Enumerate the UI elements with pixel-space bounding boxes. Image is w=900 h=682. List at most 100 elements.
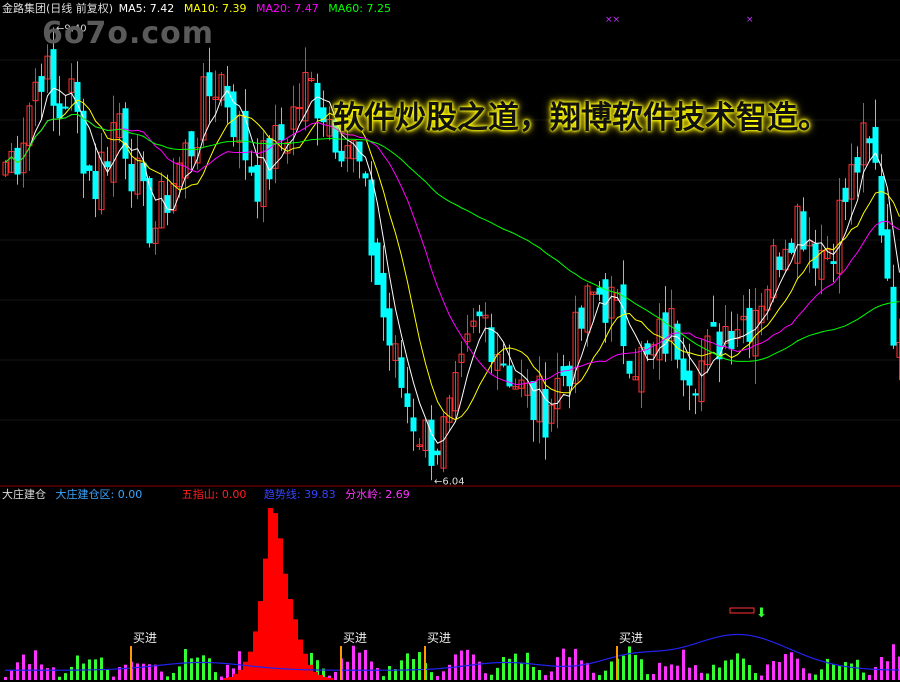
candle-down bbox=[596, 287, 603, 295]
candle-down bbox=[788, 242, 795, 253]
indicator-bar bbox=[856, 659, 859, 680]
candle-down bbox=[854, 157, 861, 173]
indicator-bar bbox=[778, 662, 781, 680]
indicator-bar bbox=[532, 666, 535, 680]
indicator-bar bbox=[388, 666, 391, 680]
indicator-bar bbox=[892, 644, 895, 680]
indicator-bar bbox=[748, 665, 751, 680]
candle-down bbox=[104, 161, 111, 168]
indicator-bar bbox=[610, 661, 613, 680]
candle-down bbox=[254, 164, 261, 202]
candle-down bbox=[374, 242, 381, 285]
indicator-bar bbox=[592, 672, 595, 680]
indicator-bar bbox=[718, 667, 721, 680]
indicator-bar bbox=[850, 663, 853, 680]
indicator-bar bbox=[766, 664, 769, 680]
indicator-bar bbox=[208, 658, 211, 680]
candle-down bbox=[878, 175, 885, 236]
indicator-bar bbox=[604, 670, 607, 680]
arrow-down-icon: ⬇ bbox=[756, 606, 767, 621]
indicator-bar bbox=[190, 658, 193, 680]
candle-down bbox=[662, 312, 669, 354]
zone-bar bbox=[313, 671, 318, 680]
indicator-bar bbox=[358, 652, 361, 680]
indicator-bar bbox=[124, 664, 127, 680]
candle-down bbox=[86, 165, 93, 171]
indicator-bar bbox=[772, 661, 775, 680]
candle-down bbox=[434, 450, 441, 456]
indicator-bar bbox=[430, 672, 433, 680]
indicator-bar bbox=[838, 665, 841, 680]
indicator-bar bbox=[100, 657, 103, 680]
zone-bar bbox=[253, 631, 258, 680]
indicator-bar bbox=[646, 674, 649, 680]
candle-down bbox=[602, 279, 609, 323]
candle-down bbox=[830, 261, 837, 264]
indicator-bar bbox=[862, 672, 865, 680]
indicator-bar bbox=[142, 663, 145, 680]
zone-bar bbox=[303, 653, 308, 680]
indicator-bar bbox=[670, 664, 673, 680]
buy-label: 买进 bbox=[343, 631, 367, 645]
indicator-bar bbox=[10, 669, 13, 680]
candle-down bbox=[146, 178, 153, 244]
candle-down bbox=[890, 286, 897, 346]
indicator-bar bbox=[550, 671, 553, 680]
indicator-bar bbox=[544, 675, 547, 680]
zone-value: 大庄建仓区: 0.00 bbox=[55, 488, 143, 501]
indicator-bar bbox=[682, 649, 685, 680]
wuzhishan-value: 五指山: 0.00 bbox=[181, 488, 247, 501]
candle-down bbox=[776, 256, 783, 270]
candle-down bbox=[680, 358, 687, 381]
ma20-line bbox=[5, 113, 900, 386]
candle-down bbox=[626, 360, 633, 374]
indicator-bar bbox=[526, 652, 529, 680]
indicator-bar bbox=[346, 661, 349, 680]
candle-down bbox=[62, 106, 69, 109]
candle-down bbox=[122, 108, 129, 159]
indicator-bar bbox=[382, 676, 385, 680]
buy-label: 买进 bbox=[619, 631, 643, 645]
indicator-bar bbox=[694, 665, 697, 680]
indicator-bar bbox=[580, 660, 583, 680]
indicator-bar bbox=[172, 672, 175, 680]
main-header: 金路集团(日线 前复权) MA5: 7.42 MA10: 7.39 MA20: … bbox=[2, 2, 391, 16]
indicator-bar bbox=[538, 670, 541, 680]
candle-down bbox=[92, 171, 99, 200]
zone-bar bbox=[223, 677, 228, 680]
indicator-bar bbox=[676, 665, 679, 680]
ma10-value: MA10: 7.39 bbox=[183, 2, 247, 15]
indicator-bar bbox=[112, 676, 115, 680]
candle-down bbox=[164, 195, 171, 213]
zone-bar bbox=[273, 513, 278, 680]
indicator-bar bbox=[808, 673, 811, 680]
indicator-bar bbox=[436, 676, 439, 680]
indicator-bar bbox=[196, 657, 199, 680]
indicator-bar bbox=[802, 668, 805, 680]
indicator-bar bbox=[586, 662, 589, 680]
zone-bar bbox=[243, 661, 248, 680]
indicator-bar bbox=[658, 662, 661, 680]
indicator-bar bbox=[742, 658, 745, 680]
ma5-value: MA5: 7.42 bbox=[118, 2, 175, 15]
indicator-bar bbox=[406, 653, 409, 680]
candle-down bbox=[404, 393, 411, 407]
indicator-bar bbox=[598, 675, 601, 680]
indicator-bar bbox=[76, 655, 79, 680]
candle-down bbox=[488, 327, 495, 362]
candle-down bbox=[362, 173, 369, 179]
indicator-bar bbox=[16, 662, 19, 680]
candle-up bbox=[296, 107, 303, 110]
indicator-name: 大庄建仓 bbox=[2, 488, 46, 501]
candle-down bbox=[884, 229, 891, 279]
indicator-bar bbox=[178, 666, 181, 680]
indicator-bar bbox=[418, 652, 421, 680]
indicator-bar bbox=[496, 667, 499, 680]
ma60-value: MA60: 7.25 bbox=[328, 2, 391, 15]
indicator-bar bbox=[220, 676, 223, 680]
candle-down bbox=[710, 321, 717, 327]
indicator-bar bbox=[820, 669, 823, 680]
candle-down bbox=[410, 417, 417, 432]
indicator-bar bbox=[784, 654, 787, 680]
slogan-text: 软件炒股之道，翔博软件技术智造。 bbox=[333, 100, 829, 136]
